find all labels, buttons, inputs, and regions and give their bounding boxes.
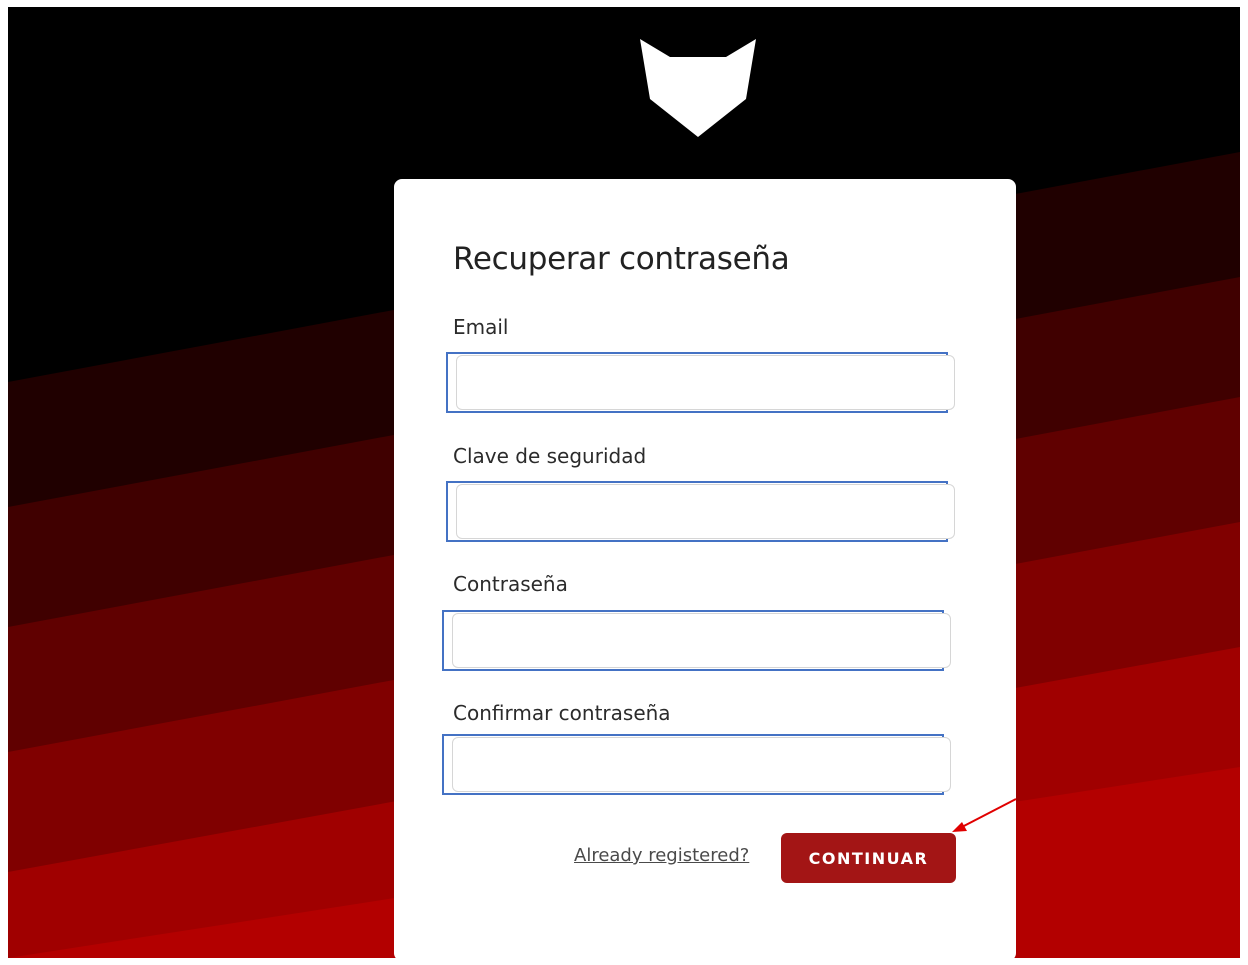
email-input[interactable]: [456, 355, 955, 410]
confirm-password-field-highlight: [442, 734, 951, 795]
fox-head-icon: [640, 39, 756, 137]
page-background: Recuperar contraseña Email Clave de segu…: [8, 7, 1240, 958]
password-label: Contraseña: [453, 572, 568, 596]
security-key-label: Clave de seguridad: [453, 444, 647, 468]
continue-button[interactable]: CONTINUAR: [781, 833, 956, 883]
password-recovery-card: Recuperar contraseña Email Clave de segu…: [394, 179, 1016, 958]
confirm-password-label: Confirmar contraseña: [453, 701, 671, 725]
password-input[interactable]: [452, 613, 951, 668]
already-registered-link[interactable]: Already registered?: [574, 845, 749, 866]
security-key-input[interactable]: [456, 484, 955, 539]
red-arrow-icon: [952, 798, 1017, 832]
email-field-highlight: [446, 352, 955, 413]
password-field-highlight: [442, 610, 951, 671]
email-label: Email: [453, 315, 509, 339]
confirm-password-input[interactable]: [452, 737, 951, 792]
security-key-field-highlight: [446, 481, 955, 542]
page-title: Recuperar contraseña: [453, 241, 790, 277]
